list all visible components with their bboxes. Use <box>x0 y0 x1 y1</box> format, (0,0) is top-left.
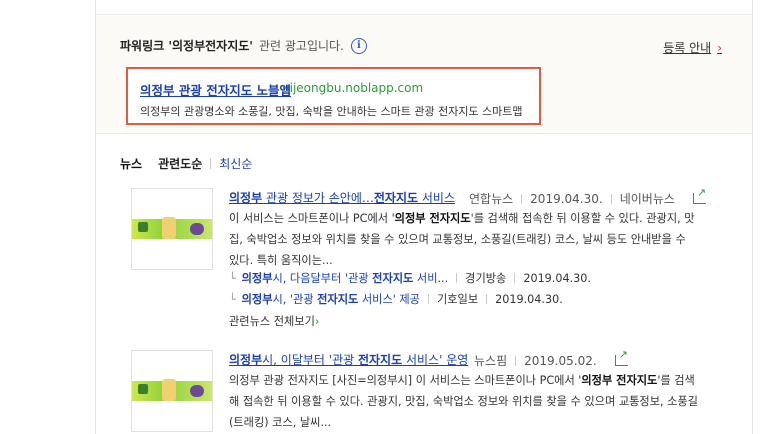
related-highlight: 전자지도 <box>372 272 414 285</box>
divider <box>427 294 429 304</box>
press-name[interactable]: 연합뉴스 <box>469 190 513 207</box>
search-results: 파워링크 '의정부전자지도' 관련 광고입니다. i 등록 안내 › 의정부 관광… <box>95 0 753 434</box>
article-date: 2019.04.30. <box>495 292 563 306</box>
news-sort-tabs: 뉴스 관련도순 최신순 <box>120 155 252 172</box>
title-highlight: 전자지도 <box>357 353 403 367</box>
register-guide-label: 등록 안내 <box>663 41 712 55</box>
info-icon[interactable]: i <box>350 37 367 54</box>
divider <box>514 273 516 283</box>
powerlink-ad-section: 파워링크 '의정부전자지도' 관련 광고입니다. i 등록 안내 › 의정부 관광… <box>96 14 752 134</box>
ad-title-link[interactable]: 의정부 관광 전자지도 노블앱 <box>140 80 291 99</box>
article-thumbnail[interactable] <box>131 350 213 432</box>
related-text: 시, '관광 <box>272 293 318 306</box>
corner-icon: └ <box>229 271 236 285</box>
related-highlight: 의정부 <box>241 272 273 285</box>
article-date: 2019.05.02. <box>524 353 597 368</box>
article-title-link[interactable]: 의정부 관광 정보가 손안에…전자지도 서비스 <box>229 189 455 206</box>
title-text: 서비스 <box>418 191 455 205</box>
ad-label-keyword: 파워링크 '의정부전자지도' <box>120 39 253 53</box>
press-name[interactable]: 기호일보 <box>437 291 478 307</box>
divider <box>610 193 612 204</box>
related-news-link[interactable]: 의정부시, 다음달부터 '관광 전자지도 서비... <box>242 270 449 286</box>
ad-item-highlighted[interactable]: 의정부 관광 전자지도 노블앱 uijeongbu.noblapp.com 의정… <box>126 67 541 125</box>
news-section-title: 뉴스 <box>120 157 143 171</box>
related-text: 서비스' 제공 <box>358 293 420 306</box>
chevron-right-icon: › <box>314 315 320 328</box>
right-margin <box>753 0 769 434</box>
register-guide-link[interactable]: 등록 안내 › <box>663 39 722 56</box>
title-text: 관광 정보가 손안에… <box>262 191 374 205</box>
chevron-right-icon: › <box>717 41 722 55</box>
article-snippet: 이 서비스는 스마트폰이나 PC에서 '의정부 전자지도'를 검색해 접속한 뒤… <box>229 208 699 271</box>
divider <box>210 158 212 169</box>
article-snippet: 의정부 관광 전자지도 [사진=의정부시] 이 서비스는 스마트폰이나 PC에서… <box>229 370 699 433</box>
press-name[interactable]: 뉴스핌 <box>474 352 507 369</box>
left-margin <box>0 0 95 434</box>
article-thumbnail[interactable] <box>131 188 213 270</box>
all-related-news-link[interactable]: 관련뉴스 전체보기› <box>229 313 319 329</box>
title-text: 시, 이달부터 '관광 <box>262 353 358 367</box>
article-date: 2019.04.30. <box>530 191 603 206</box>
share-icon[interactable] <box>692 186 706 204</box>
related-news-item: └ 의정부시, 다음달부터 '관광 전자지도 서비... 경기방송 2019.0… <box>229 270 591 286</box>
ad-label-text: 관련 광고입니다. <box>258 39 344 53</box>
related-text: 서비... <box>413 272 449 285</box>
ad-description: 의정부의 관광명소와 소풍길, 맛집, 숙박을 안내하는 스마트 관광 전자지도… <box>140 105 523 118</box>
ad-header: 파워링크 '의정부전자지도' 관련 광고입니다. i <box>120 37 367 54</box>
more-label: 관련뉴스 전체보기 <box>229 315 315 328</box>
article-meta: 연합뉴스 2019.04.30. 네이버뉴스 <box>469 186 706 207</box>
snippet-text: 이 서비스는 스마트폰이나 PC에서 ' <box>229 212 395 225</box>
snippet-text: 의정부 관광 전자지도 [사진=의정부시] 이 서비스는 스마트폰이나 PC에서… <box>229 374 582 387</box>
divider <box>486 294 488 304</box>
divider <box>521 193 523 204</box>
snippet-highlight: 의정부 전자지도 <box>581 374 658 387</box>
snippet-highlight: 의정부 전자지도 <box>394 212 471 225</box>
title-highlight: 전자지도 <box>373 191 419 205</box>
related-news-item: └ 의정부시, '관광 전자지도 서비스' 제공 기호일보 2019.04.30… <box>229 291 563 307</box>
related-highlight: 전자지도 <box>317 293 359 306</box>
article-meta: 뉴스핌 2019.05.02. <box>474 348 628 369</box>
related-highlight: 의정부 <box>241 293 273 306</box>
article-title-link[interactable]: 의정부시, 이달부터 '관광 전자지도 서비스' 운영 <box>229 351 468 368</box>
sort-latest-tab[interactable]: 최신순 <box>219 155 252 172</box>
naver-news-link[interactable]: 네이버뉴스 <box>620 190 675 207</box>
divider <box>456 273 458 283</box>
press-name[interactable]: 경기방송 <box>465 270 506 286</box>
sort-relevance-tab[interactable]: 관련도순 <box>158 155 202 172</box>
related-text: 시, 다음달부터 '관광 <box>272 272 373 285</box>
title-highlight: 의정부 <box>229 353 263 367</box>
title-highlight: 의정부 <box>229 191 263 205</box>
share-icon[interactable] <box>614 348 628 366</box>
divider <box>515 355 517 366</box>
title-text: 서비스' 운영 <box>402 353 469 367</box>
ad-url[interactable]: uijeongbu.noblapp.com <box>282 81 423 95</box>
corner-icon: └ <box>229 292 236 306</box>
article-date: 2019.04.30. <box>523 271 591 285</box>
related-news-link[interactable]: 의정부시, '관광 전자지도 서비스' 제공 <box>242 291 420 307</box>
